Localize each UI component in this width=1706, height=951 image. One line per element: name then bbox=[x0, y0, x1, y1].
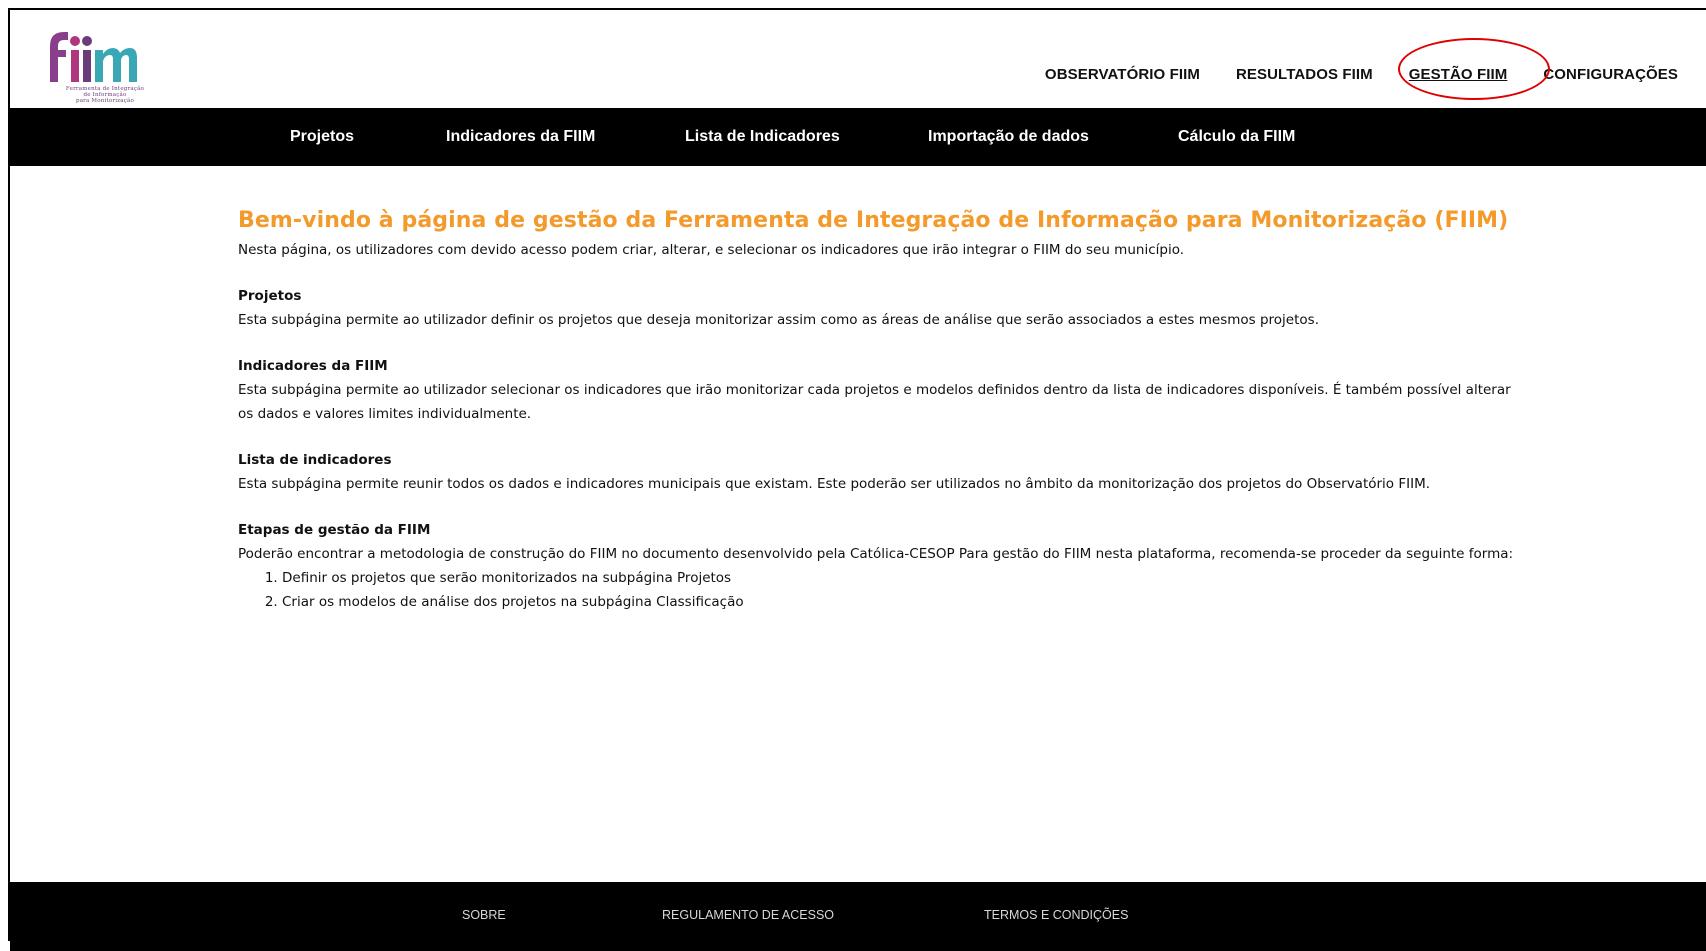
subnav-importacao-dados[interactable]: Importação de dados bbox=[928, 108, 1089, 166]
section-navigation: Projetos Indicadores da FIIM Lista de In… bbox=[10, 108, 1706, 166]
subnav-lista-indicadores[interactable]: Lista de Indicadores bbox=[685, 108, 840, 166]
section-lista-indicadores: Lista de indicadores Esta subpágina perm… bbox=[238, 448, 1528, 496]
section-projetos: Projetos Esta subpágina permite ao utili… bbox=[238, 284, 1528, 332]
subnav-projetos[interactable]: Projetos bbox=[290, 108, 354, 166]
list-item: Definir os projetos que serão monitoriza… bbox=[282, 566, 1528, 590]
section-heading: Indicadores da FIIM bbox=[238, 358, 388, 374]
logo-tagline-line: para Monitorização bbox=[75, 98, 135, 104]
topnav-resultados[interactable]: RESULTADOS FIIM bbox=[1236, 66, 1373, 83]
subnav-calculo-fiim[interactable]: Cálculo da FIIM bbox=[1178, 108, 1295, 166]
top-navigation: OBSERVATÓRIO FIIM RESULTADOS FIIM GESTÃO… bbox=[1009, 66, 1678, 83]
footer-link-termos[interactable]: TERMOS E CONDIÇÕES bbox=[984, 882, 1128, 948]
section-heading: Lista de indicadores bbox=[238, 452, 392, 468]
section-etapas-gestao: Etapas de gestão da FIIM Poderão encontr… bbox=[238, 518, 1528, 614]
section-text: Esta subpágina permite ao utilizador def… bbox=[238, 312, 1319, 328]
intro-text: Nesta página, os utilizadores com devido… bbox=[238, 242, 1185, 258]
topnav-configuracoes[interactable]: CONFIGURAÇÕES bbox=[1543, 66, 1678, 83]
footer-link-regulamento[interactable]: REGULAMENTO DE ACESSO bbox=[662, 882, 834, 948]
topnav-observatorio[interactable]: OBSERVATÓRIO FIIM bbox=[1045, 66, 1200, 83]
footer-link-sobre[interactable]: SOBRE bbox=[462, 882, 506, 948]
section-heading: Etapas de gestão da FIIM bbox=[238, 522, 431, 538]
list-item: Criar os modelos de análise dos projetos… bbox=[282, 590, 1528, 614]
fiim-logo[interactable]: Ferramenta de Integração de Informação p… bbox=[38, 24, 144, 104]
section-text: Esta subpágina permite ao utilizador sel… bbox=[238, 382, 1511, 422]
fiim-logo-mark bbox=[50, 32, 137, 82]
section-text: Esta subpágina permite reunir todos os d… bbox=[238, 476, 1431, 492]
topnav-gestao[interactable]: GESTÃO FIIM bbox=[1409, 66, 1508, 83]
section-heading: Projetos bbox=[238, 288, 302, 304]
subnav-indicadores-fiim[interactable]: Indicadores da FIIM bbox=[446, 108, 595, 166]
main-content: Bem-vindo à página de gestão da Ferramen… bbox=[238, 206, 1528, 614]
steps-list: Definir os projetos que serão monitoriza… bbox=[238, 566, 1528, 614]
logo-tagline: Ferramenta de Integração de Informação p… bbox=[50, 86, 160, 104]
site-header: Ferramenta de Integração de Informação p… bbox=[10, 10, 1706, 108]
page-title: Bem-vindo à página de gestão da Ferramen… bbox=[238, 208, 1509, 233]
page-frame: Ferramenta de Integração de Informação p… bbox=[8, 8, 1706, 951]
section-indicadores-fiim: Indicadores da FIIM Esta subpágina permi… bbox=[238, 354, 1528, 426]
section-text: Poderão encontrar a metodologia de const… bbox=[238, 546, 1514, 562]
